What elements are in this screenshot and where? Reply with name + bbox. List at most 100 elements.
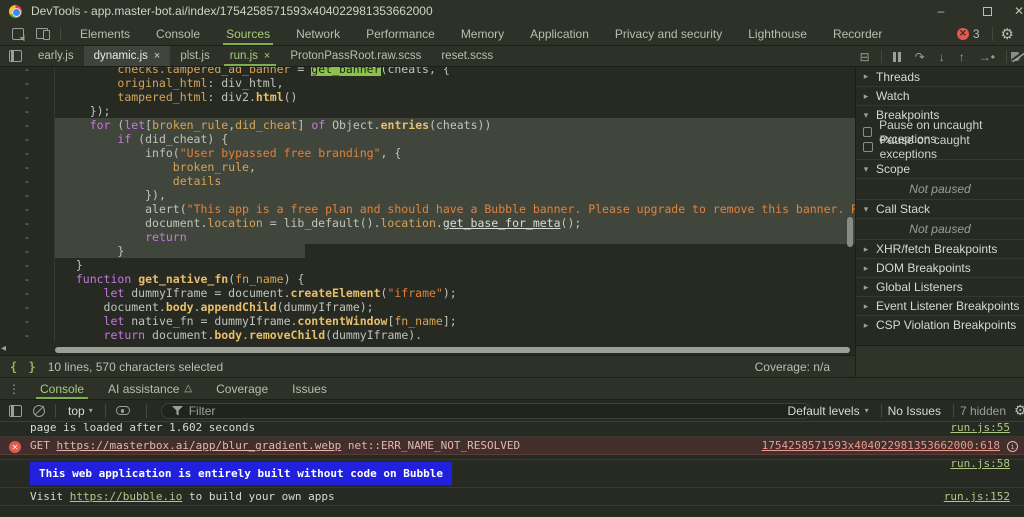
- tab-lighthouse[interactable]: Lighthouse: [735, 22, 820, 45]
- token: alert(: [145, 202, 187, 216]
- token: .: [194, 300, 201, 314]
- source-location-link[interactable]: run.js:55: [950, 422, 1010, 434]
- file-tab-early.js[interactable]: early.js: [28, 46, 84, 66]
- minimize-button[interactable]: –: [918, 0, 964, 22]
- close-tab-icon[interactable]: ×: [154, 50, 160, 62]
- drawer-tab-issues[interactable]: Issues: [280, 378, 339, 399]
- not-paused-note: Not paused: [856, 218, 1024, 239]
- indent: [62, 146, 145, 160]
- gutter-mark: -: [0, 76, 55, 90]
- checkbox[interactable]: [863, 127, 872, 137]
- token: }: [117, 244, 124, 258]
- deactivate-breakpoints-icon[interactable]: [1011, 51, 1024, 62]
- log-levels-selector[interactable]: Default levels ▾: [788, 404, 869, 418]
- token: for: [90, 118, 111, 132]
- sidebar-section-global-listeners[interactable]: ▸Global Listeners: [856, 277, 1024, 296]
- file-tab-run.js[interactable]: run.js×: [220, 46, 281, 66]
- gutter-mark: -: [0, 244, 55, 258]
- token: ) {: [284, 272, 305, 286]
- inspect-element-icon[interactable]: [12, 28, 24, 40]
- token: Object.: [325, 118, 380, 132]
- file-tab-plst.js[interactable]: plst.js: [170, 46, 219, 66]
- editor-vertical-scrollbar[interactable]: [847, 217, 853, 247]
- drawer-menu-icon[interactable]: ⋮: [8, 382, 20, 396]
- tab-console[interactable]: Console: [143, 22, 213, 45]
- clear-console-icon[interactable]: [33, 405, 45, 417]
- pause-script-icon[interactable]: [893, 52, 901, 62]
- checkbox-label: Pause on caught exceptions: [880, 133, 1024, 161]
- scrollbar-thumb[interactable]: [55, 347, 850, 353]
- step-out-icon[interactable]: ↑: [959, 51, 965, 63]
- sidebar-section-event-listener-breakpoints[interactable]: ▸Event Listener Breakpoints: [856, 296, 1024, 315]
- error-badge[interactable]: ✕ 3: [957, 27, 980, 41]
- code-line-text: }),: [55, 188, 855, 202]
- checkbox[interactable]: [863, 142, 873, 152]
- tab-network[interactable]: Network: [283, 22, 353, 45]
- issues-counter[interactable]: No Issues: [888, 404, 941, 418]
- sidebar-section-xhr-fetch-breakpoints[interactable]: ▸XHR/fetch Breakpoints: [856, 239, 1024, 258]
- close-tab-icon[interactable]: ×: [264, 50, 270, 62]
- tab-memory[interactable]: Memory: [448, 22, 517, 45]
- bubble-link[interactable]: https://bubble.io: [70, 490, 183, 503]
- sidebar-section-dom-breakpoints[interactable]: ▸DOM Breakpoints: [856, 258, 1024, 277]
- sidebar-section-csp-violation-breakpoints[interactable]: ▸CSP Violation Breakpoints: [856, 315, 1024, 334]
- drawer-tab-console[interactable]: Console: [28, 378, 96, 399]
- code-line-text: let native_fn = dummyIframe.contentWindo…: [55, 314, 457, 328]
- hide-debugger-sidebar-icon[interactable]: ⊟: [860, 51, 870, 63]
- sidebar-section-scope[interactable]: ▾Scope: [856, 159, 1024, 178]
- device-toolbar-icon[interactable]: [36, 28, 48, 39]
- show-navigator-icon[interactable]: [9, 50, 22, 62]
- live-expression-eye-icon[interactable]: [116, 406, 130, 415]
- console-toolbar: top ▾ Filter Default levels ▾ No Issues …: [0, 400, 1024, 422]
- console-filter-input[interactable]: Filter: [161, 403, 811, 419]
- triangle-collapsed-icon: ▸: [856, 301, 876, 312]
- tab-sources[interactable]: Sources: [213, 22, 283, 45]
- file-tab-ProtonPassRoot.raw.scss[interactable]: ProtonPassRoot.raw.scss: [280, 46, 431, 66]
- token: broken_rule: [173, 160, 249, 174]
- token: location: [381, 216, 436, 230]
- request-details-icon[interactable]: i: [1007, 441, 1018, 452]
- tab-recorder[interactable]: Recorder: [820, 22, 895, 45]
- sidebar-section-threads[interactable]: ▸Threads: [856, 67, 1024, 86]
- tab-application[interactable]: Application: [517, 22, 602, 45]
- console-message: page is loaded after 1.602 secondsrun.js…: [0, 422, 1024, 437]
- console-sidebar-icon[interactable]: [9, 405, 22, 417]
- step-over-icon[interactable]: ↷: [915, 51, 925, 63]
- code-line-text: return document.body.removeChild(dummyIf…: [55, 328, 422, 342]
- request-url-link[interactable]: https://masterbox.ai/app/blur_gradient.w…: [57, 439, 342, 452]
- close-button[interactable]: ✕: [1010, 0, 1024, 22]
- file-tabs: early.js dynamic.js × plst.jsrun.js×ProtonP…: [28, 46, 503, 66]
- code-line-text: tampered_html: div2.html(): [55, 90, 297, 104]
- settings-gear-icon[interactable]: ⚙: [1001, 25, 1014, 43]
- ai-assistance-icon: △: [184, 383, 192, 394]
- code-editor[interactable]: - checks.tampered_ad_banner = get_banner…: [0, 67, 855, 345]
- tab-privacy-and-security[interactable]: Privacy and security: [602, 22, 735, 45]
- debugger-sidebar: ▸Threads▸Watch▾BreakpointsPause on uncau…: [855, 67, 1024, 377]
- pretty-print-icon[interactable]: { }: [10, 360, 38, 374]
- sidebar-section-watch[interactable]: ▸Watch: [856, 86, 1024, 105]
- hidden-messages-count[interactable]: 7 hidden: [960, 404, 1006, 418]
- drawer-tab-ai-assistance[interactable]: AI assistance△: [96, 378, 204, 399]
- maximize-button[interactable]: [964, 0, 1010, 22]
- sidebar-section-call-stack[interactable]: ▾Call Stack: [856, 199, 1024, 218]
- scroll-left-icon[interactable]: ◂: [1, 343, 6, 354]
- context-selector[interactable]: top ▾: [68, 404, 93, 418]
- step-into-icon[interactable]: ↓: [939, 51, 945, 63]
- token: (: [110, 118, 124, 132]
- file-tab-label: dynamic.js: [94, 50, 148, 62]
- source-location-link[interactable]: run.js:152: [944, 490, 1010, 503]
- file-tab-dynamic.js[interactable]: dynamic.js ×: [84, 46, 171, 66]
- console-settings-gear-icon[interactable]: ⚙: [1014, 402, 1024, 419]
- checkbox-row[interactable]: Pause on caught exceptions: [856, 139, 1024, 154]
- step-icon[interactable]: →•: [979, 51, 995, 63]
- drawer-tab-coverage[interactable]: Coverage: [204, 378, 280, 399]
- token: (): [284, 90, 298, 104]
- file-tab-reset.scss[interactable]: reset.scss: [431, 46, 503, 66]
- editor-horizontal-scrollbar[interactable]: ◂: [0, 345, 855, 355]
- source-location-link[interactable]: 1754258571593x404022981353662000:618: [762, 439, 1000, 452]
- code-content: - checks.tampered_ad_banner = get_banner…: [0, 67, 855, 342]
- tab-performance[interactable]: Performance: [353, 22, 448, 45]
- tab-elements[interactable]: Elements: [67, 22, 143, 45]
- divider: [881, 50, 882, 63]
- debugger-controls: ⊟ ↷ ↓ ↑ →•: [853, 46, 1024, 67]
